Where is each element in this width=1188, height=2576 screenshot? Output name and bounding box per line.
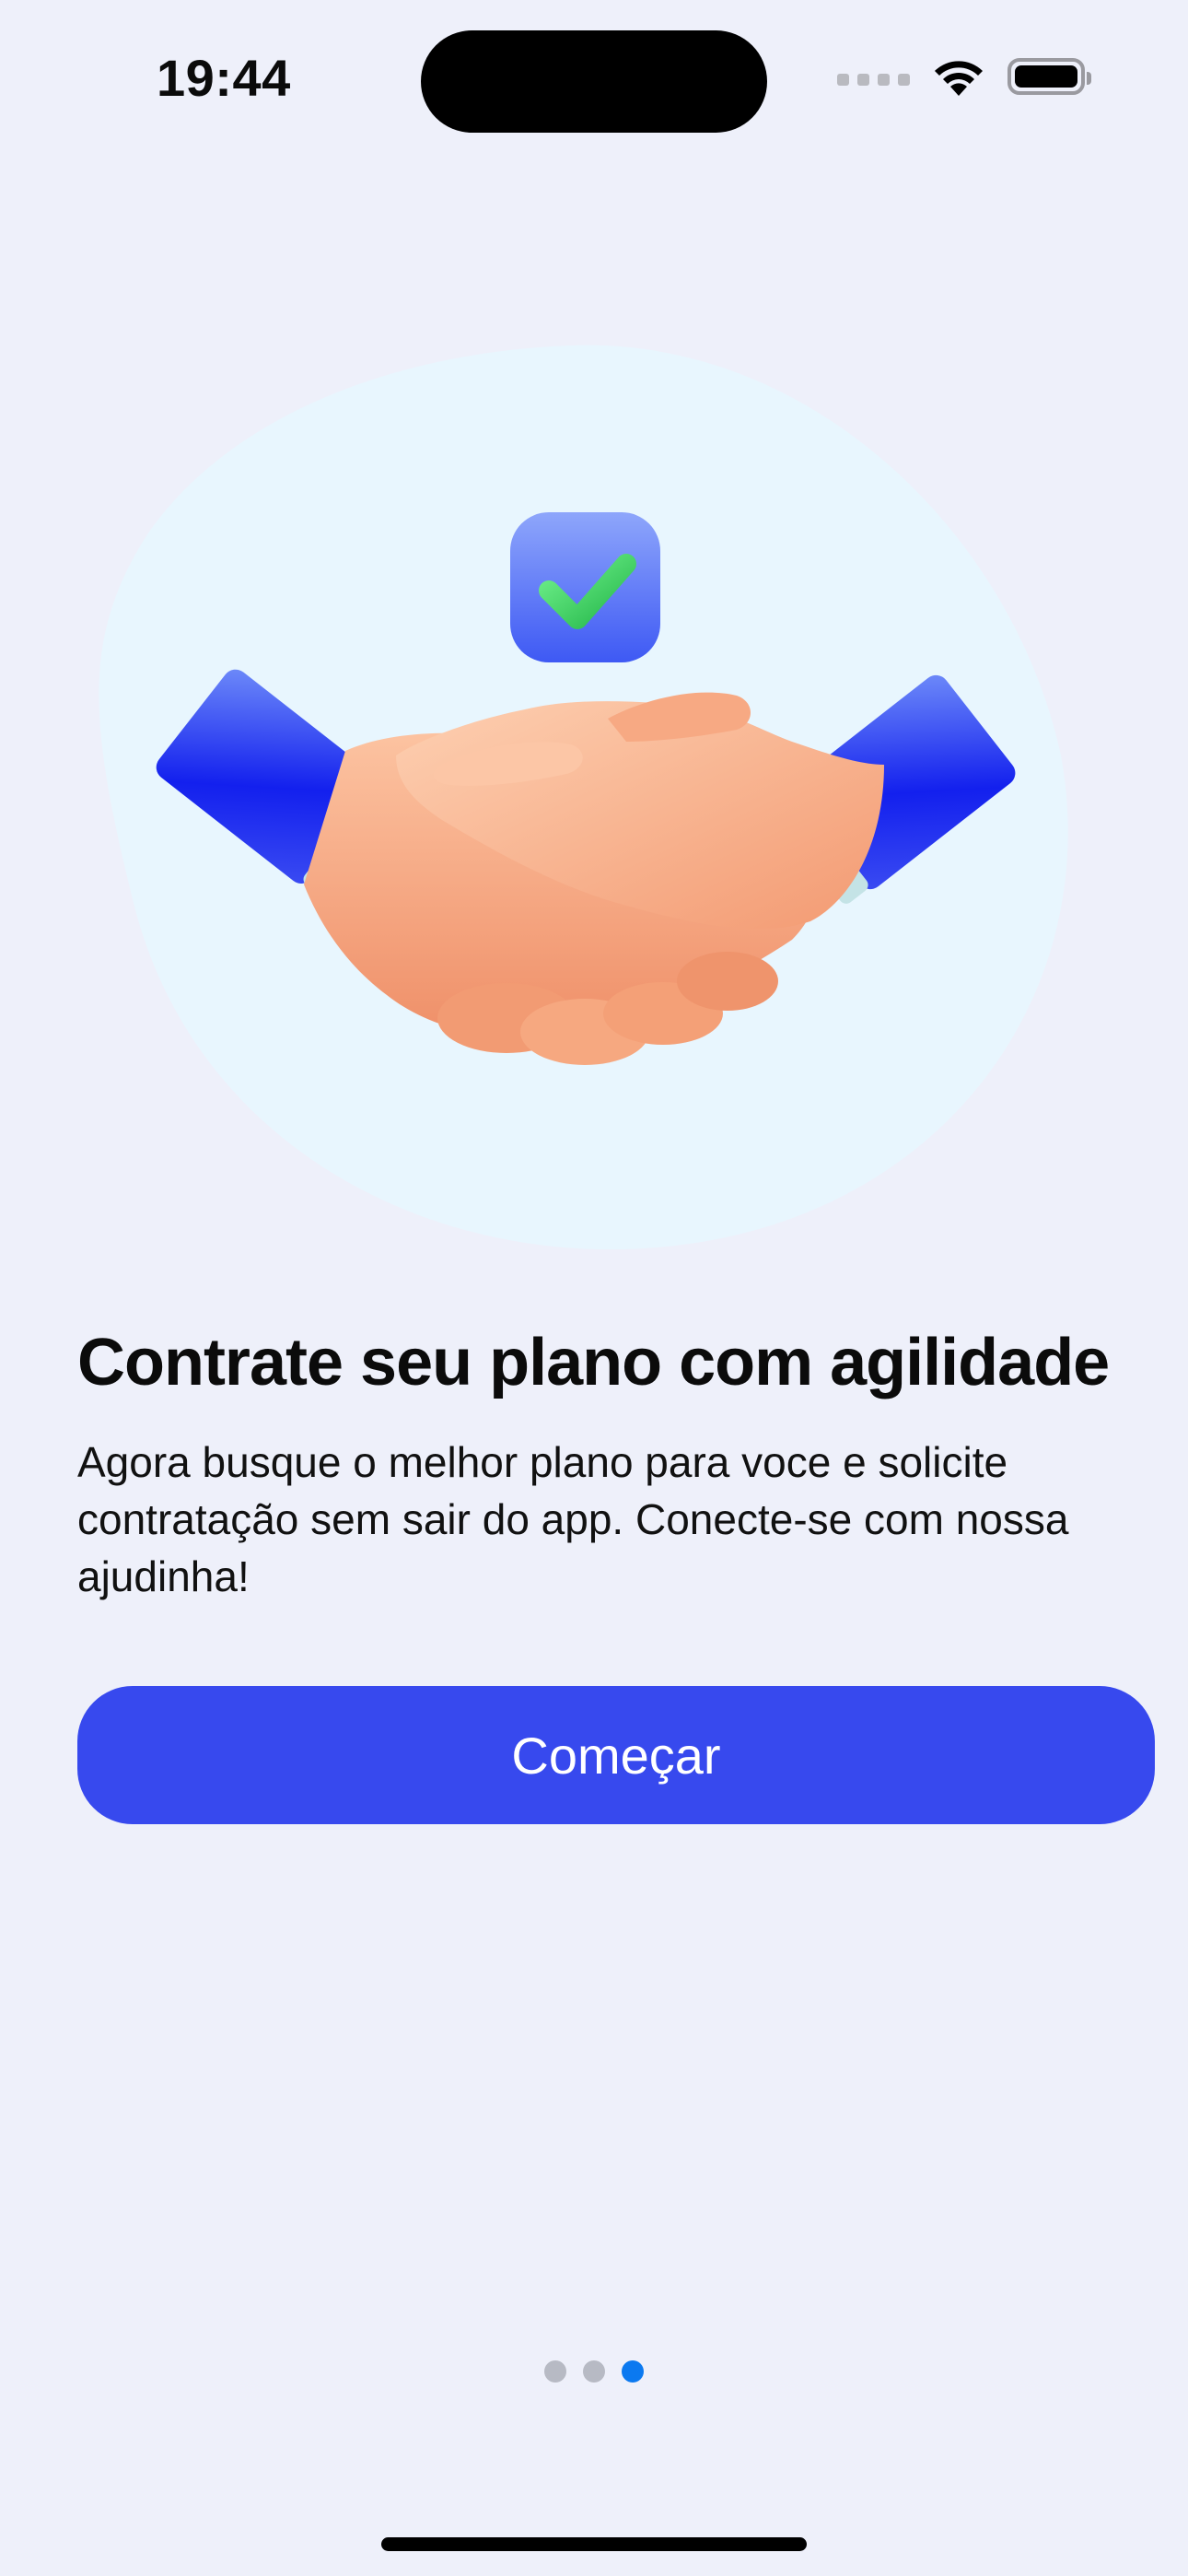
page-description: Agora busque o melhor plano para voce e …: [77, 1438, 1069, 1600]
battery-icon: [1007, 58, 1091, 95]
dynamic-island: [421, 30, 767, 133]
home-indicator[interactable]: [381, 2537, 807, 2551]
start-button[interactable]: Começar: [77, 1686, 1155, 1824]
page-dot-1[interactable]: [544, 2360, 566, 2383]
cellular-signal-icon: [837, 67, 910, 86]
wifi-icon: [935, 61, 983, 96]
page-dot-2[interactable]: [583, 2360, 605, 2383]
status-indicators: [837, 55, 1091, 98]
status-time: 19:44: [157, 49, 291, 107]
page-title: Contrate seu plano com agilidade: [77, 1326, 1110, 1399]
page-dot-3[interactable]: [622, 2360, 644, 2383]
page-indicator: [0, 2360, 1188, 2383]
check-badge-icon: [510, 512, 660, 662]
handshake-illustration: [99, 345, 1068, 1250]
